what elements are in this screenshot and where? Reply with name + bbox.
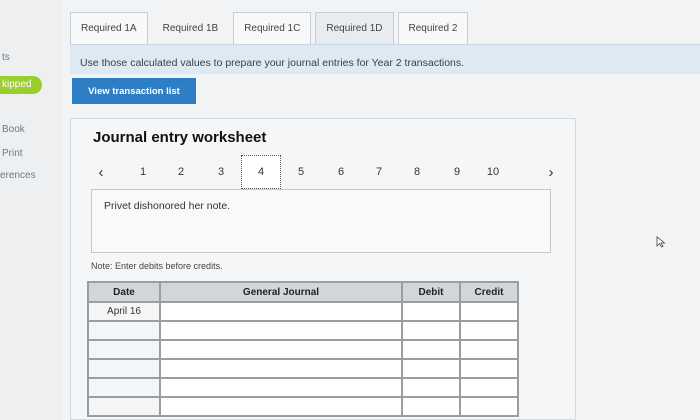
account-cell[interactable]	[159, 339, 403, 360]
date-cell[interactable]: April 16	[87, 301, 161, 322]
debit-input[interactable]	[403, 341, 459, 358]
date-header: Date	[87, 281, 161, 303]
page-9[interactable]: 9	[447, 155, 467, 189]
date-cell[interactable]	[87, 320, 161, 341]
credit-cell[interactable]	[459, 301, 519, 322]
account-input[interactable]	[161, 322, 401, 339]
credit-input[interactable]	[461, 360, 517, 377]
tab-required-1c[interactable]: Required 1C	[233, 12, 312, 44]
tab-required-1a[interactable]: Required 1A	[70, 12, 148, 44]
page-7[interactable]: 7	[369, 155, 389, 189]
credit-header: Credit	[459, 281, 519, 303]
account-input[interactable]	[161, 379, 401, 396]
view-transaction-list-button[interactable]: View transaction list	[72, 78, 196, 104]
credit-cell[interactable]	[459, 358, 519, 379]
account-cell[interactable]	[159, 377, 403, 398]
debit-input[interactable]	[403, 379, 459, 396]
credit-cell[interactable]	[459, 320, 519, 341]
tab-required-1d[interactable]: Required 1D	[315, 12, 394, 44]
credit-input[interactable]	[461, 341, 517, 358]
date-cell[interactable]	[87, 396, 161, 417]
debit-cell[interactable]	[401, 358, 461, 379]
sidebar-item-print[interactable]: Print	[2, 148, 23, 159]
debit-input[interactable]	[403, 303, 459, 320]
debit-header: Debit	[401, 281, 461, 303]
page-5[interactable]: 5	[291, 155, 311, 189]
account-input[interactable]	[161, 341, 401, 358]
debit-cell[interactable]	[401, 301, 461, 322]
worksheet-pager: ‹ 1 2 3 4 5 6 7 8 9 10 ›	[91, 155, 561, 189]
skipped-badge[interactable]: kipped	[0, 76, 42, 94]
page-8[interactable]: 8	[407, 155, 427, 189]
credit-input[interactable]	[461, 322, 517, 339]
transaction-description: Privet dishonored her note.	[91, 189, 551, 253]
account-cell[interactable]	[159, 301, 403, 322]
date-cell[interactable]	[87, 358, 161, 379]
table-row	[87, 396, 519, 417]
date-cell[interactable]	[87, 339, 161, 360]
table-row	[87, 339, 519, 360]
page-2[interactable]: 2	[171, 155, 191, 189]
debit-input[interactable]	[403, 398, 459, 415]
debit-cell[interactable]	[401, 339, 461, 360]
journal-entry-worksheet: Journal entry worksheet ‹ 1 2 3 4 5 6 7 …	[70, 118, 576, 420]
page-1[interactable]: 1	[133, 155, 153, 189]
tab-required-1b[interactable]: Required 1B	[152, 12, 230, 44]
credit-cell[interactable]	[459, 396, 519, 417]
table-row	[87, 358, 519, 379]
debit-cell[interactable]	[401, 377, 461, 398]
debit-credit-note: Note: Enter debits before credits.	[91, 261, 223, 271]
chevron-left-icon[interactable]: ‹	[91, 155, 111, 189]
left-sidebar: ts kipped Book Print erences	[0, 0, 62, 420]
sidebar-item-references[interactable]: erences	[0, 170, 36, 181]
sidebar-item-book[interactable]: Book	[2, 124, 25, 135]
sidebar-item-ts[interactable]: ts	[2, 52, 10, 63]
account-cell[interactable]	[159, 358, 403, 379]
debit-cell[interactable]	[401, 396, 461, 417]
mouse-cursor-icon	[656, 236, 666, 248]
account-input[interactable]	[161, 303, 401, 320]
account-cell[interactable]	[159, 396, 403, 417]
debit-input[interactable]	[403, 322, 459, 339]
general-journal-header: General Journal	[159, 281, 403, 303]
account-input[interactable]	[161, 398, 401, 415]
chevron-right-icon[interactable]: ›	[541, 155, 561, 189]
account-cell[interactable]	[159, 320, 403, 341]
general-journal-table: Date General Journal Debit Credit April …	[87, 281, 519, 417]
page-10[interactable]: 10	[483, 155, 503, 189]
credit-cell[interactable]	[459, 377, 519, 398]
page-3[interactable]: 3	[211, 155, 231, 189]
account-input[interactable]	[161, 360, 401, 377]
credit-input[interactable]	[461, 379, 517, 396]
page-6[interactable]: 6	[331, 155, 351, 189]
table-row	[87, 320, 519, 341]
credit-input[interactable]	[461, 303, 517, 320]
credit-cell[interactable]	[459, 339, 519, 360]
table-row: April 16	[87, 301, 519, 322]
table-row	[87, 377, 519, 398]
date-cell[interactable]	[87, 377, 161, 398]
tab-required-2[interactable]: Required 2	[397, 12, 469, 44]
credit-input[interactable]	[461, 398, 517, 415]
instruction-banner: Use those calculated values to prepare y…	[70, 44, 700, 74]
page-4-current[interactable]: 4	[241, 155, 281, 189]
debit-cell[interactable]	[401, 320, 461, 341]
debit-input[interactable]	[403, 360, 459, 377]
requirement-tabs: Required 1A Required 1B Required 1C Requ…	[70, 12, 472, 44]
worksheet-title: Journal entry worksheet	[93, 129, 267, 146]
